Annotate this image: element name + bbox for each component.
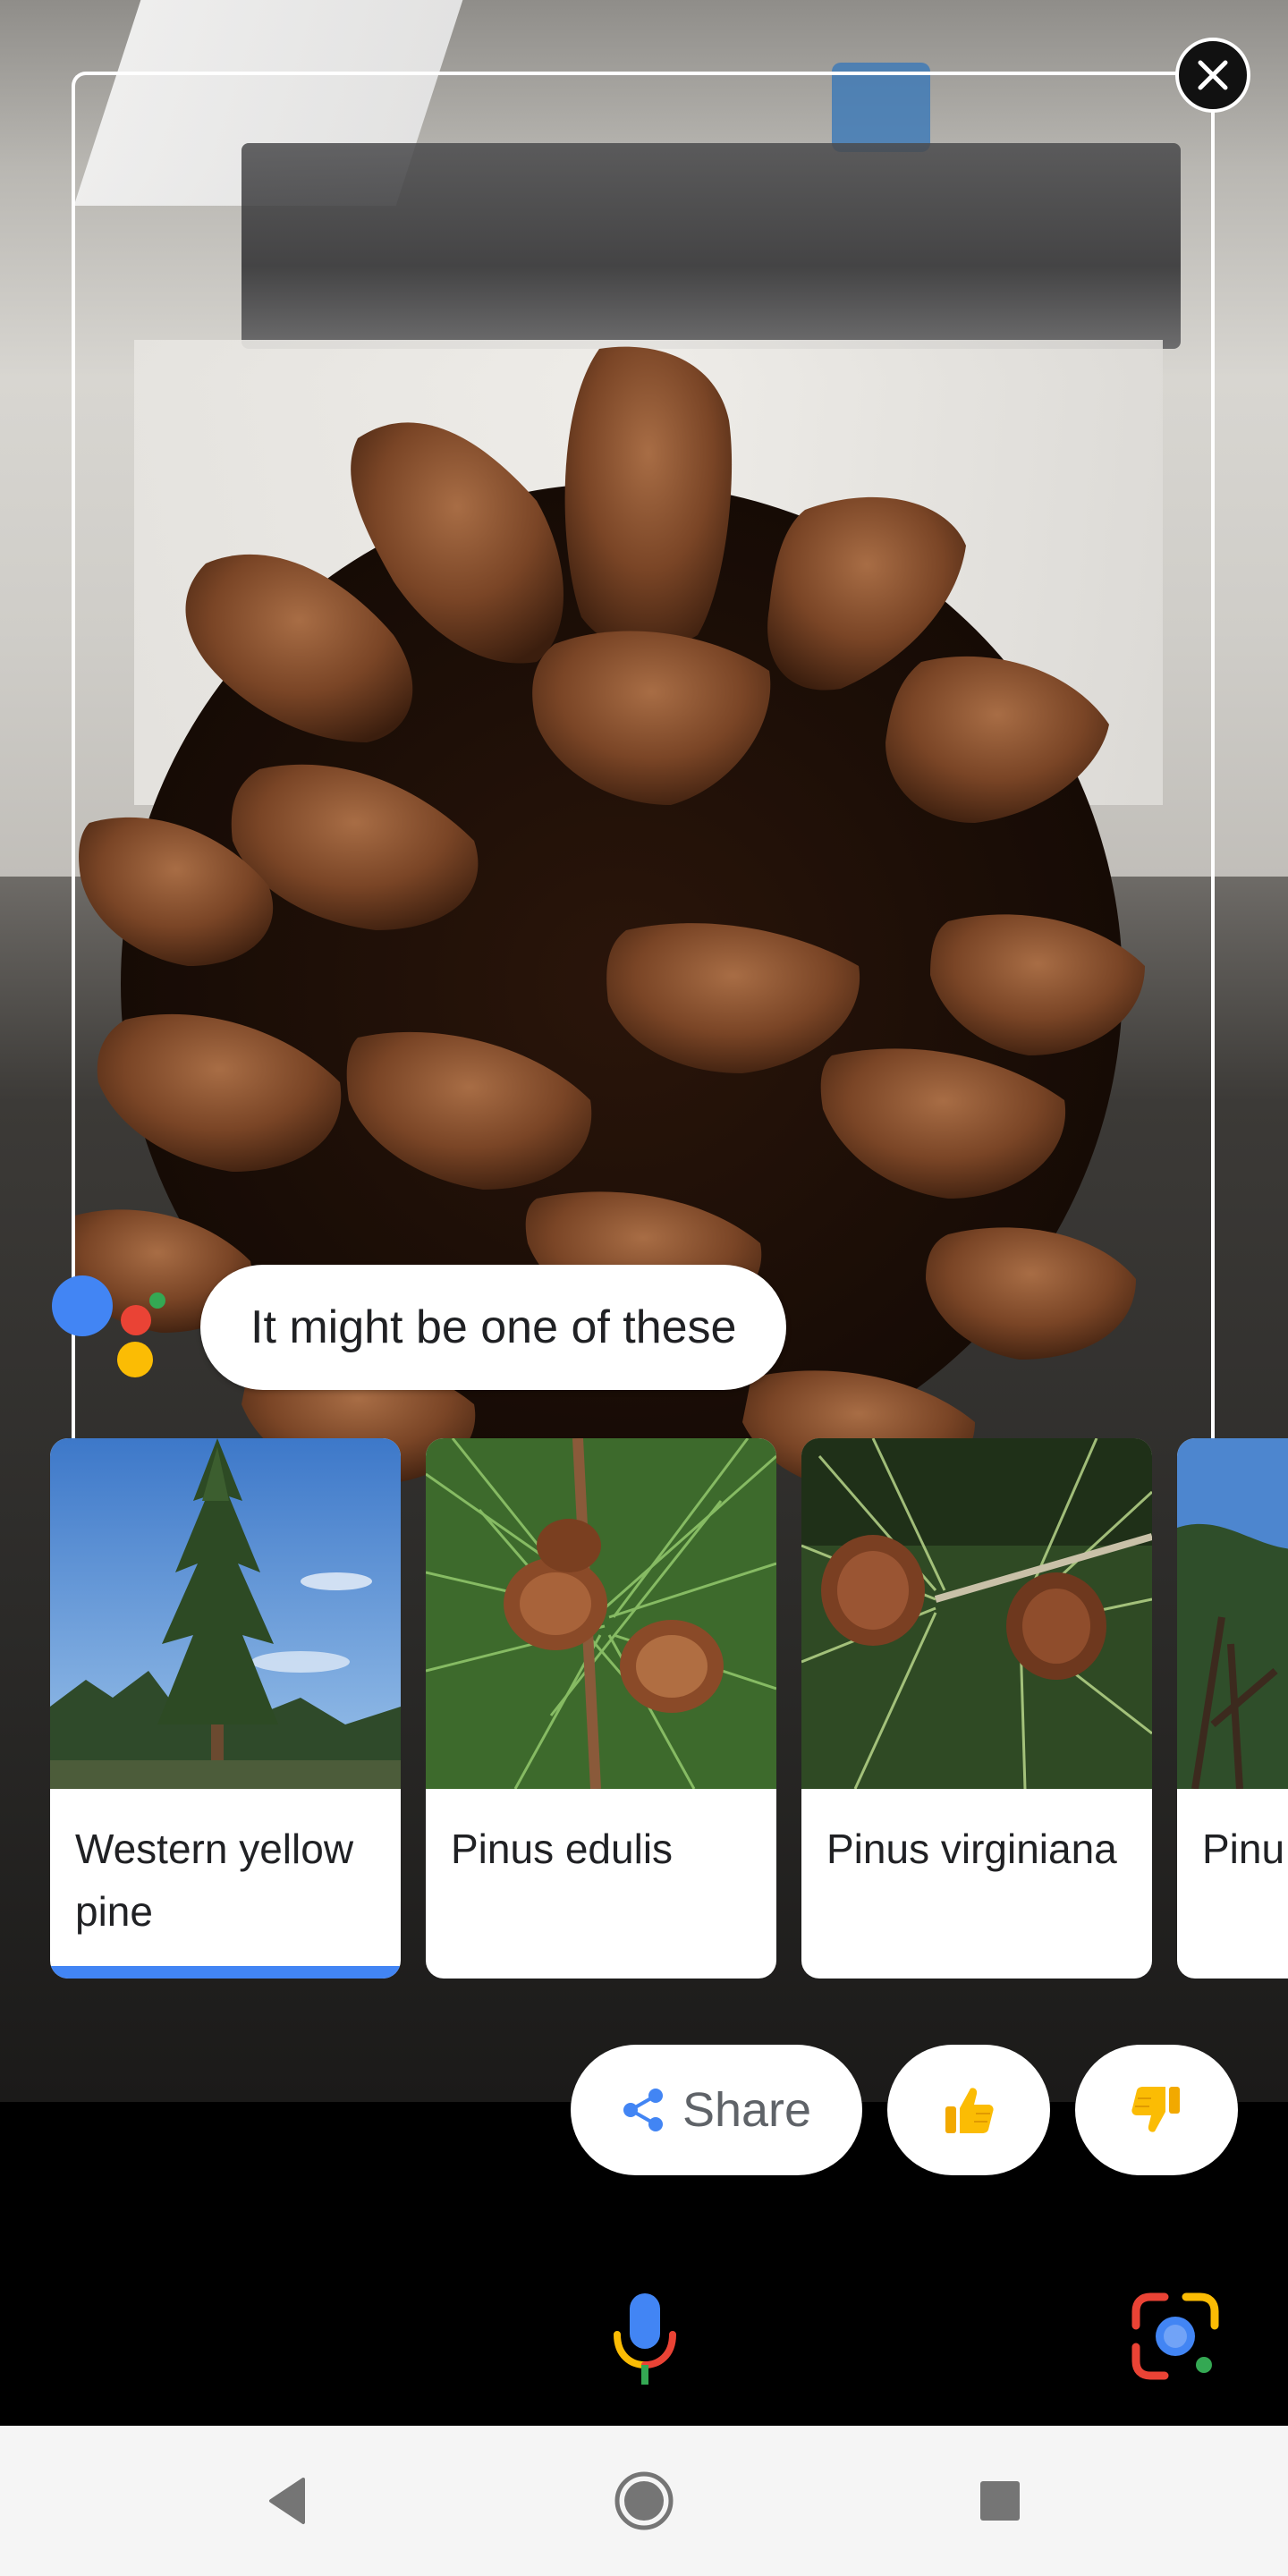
google-assistant-icon [52, 1275, 165, 1377]
results-carousel[interactable]: Western yellow pine Pinus edulis Pinus v… [0, 1438, 1288, 1979]
recents-square-icon [980, 2481, 1020, 2521]
result-card-label: Pinu [1202, 1826, 1285, 1872]
result-card-label: Western yellow pine [75, 1826, 354, 1935]
assistant-message-bubble: It might be one of these [200, 1265, 787, 1390]
home-button[interactable] [608, 2465, 680, 2537]
back-triangle-icon [269, 2478, 305, 2524]
selected-indicator [50, 1966, 401, 1979]
thumbs-up-button[interactable] [887, 2045, 1050, 2175]
result-card[interactable]: Western yellow pine [50, 1438, 401, 1979]
google-lens-icon[interactable] [1131, 2292, 1220, 2381]
share-button[interactable]: Share [571, 2045, 862, 2175]
result-card[interactable]: Pinus virginiana [801, 1438, 1152, 1979]
system-navigation-bar [0, 2426, 1288, 2576]
thumbs-down-button[interactable] [1075, 2045, 1238, 2175]
home-circle-icon [614, 2471, 674, 2530]
thumbs-down-icon [1131, 2087, 1180, 2132]
share-label: Share [682, 2083, 812, 2137]
result-card-label: Pinus virginiana [826, 1826, 1117, 1872]
close-button[interactable] [1175, 38, 1250, 113]
close-icon [1198, 60, 1228, 90]
result-card-label: Pinus edulis [451, 1826, 674, 1872]
lens-selection-frame[interactable] [72, 72, 1215, 1449]
assistant-message-text: It might be one of these [250, 1301, 737, 1353]
thumbs-up-icon [945, 2088, 994, 2133]
result-card[interactable]: Pinus edulis [426, 1438, 776, 1979]
pine-cones-on-branch-image [426, 1438, 776, 1789]
pine-cones-on-needles-image [801, 1438, 1152, 1789]
result-card[interactable]: Pinu [1177, 1438, 1288, 1979]
tall-pine-tree-image [50, 1438, 401, 1789]
pine-tree-partial-image [1177, 1438, 1288, 1789]
back-button[interactable] [250, 2465, 322, 2537]
microphone-icon[interactable] [605, 2290, 685, 2388]
recents-button[interactable] [964, 2465, 1036, 2537]
share-icon [623, 2089, 663, 2131]
